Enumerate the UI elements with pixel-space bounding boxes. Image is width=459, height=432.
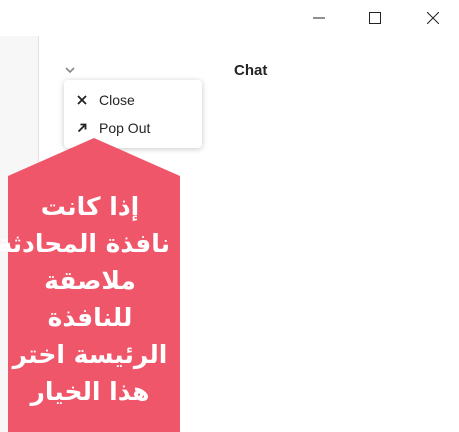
callout-line: إذا كانت (40, 192, 140, 221)
menu-item-close[interactable]: Close (64, 86, 202, 114)
callout-line: ملاصقة (44, 266, 136, 295)
panel-title: Chat (234, 62, 268, 79)
menu-item-pop-out[interactable]: Pop Out (64, 114, 202, 142)
callout-line: للنافذة (47, 303, 133, 332)
title-bar (0, 0, 459, 36)
maximize-icon (369, 12, 381, 24)
maximize-button[interactable] (352, 0, 398, 36)
minimize-icon (313, 17, 325, 19)
chevron-down-icon (65, 67, 75, 74)
callout-line: الرئيسة اختر (12, 340, 168, 369)
callout-line: نافذة المحادثة (0, 229, 170, 258)
callout-line: هذا الخيار (30, 377, 150, 406)
callout-text: إذا كانت نافذة المحادثة ملاصقة للنافذة ا… (0, 188, 170, 410)
close-icon (427, 12, 439, 24)
menu-item-label: Pop Out (99, 120, 151, 136)
minimize-button[interactable] (296, 0, 342, 36)
collapse-button[interactable] (62, 62, 78, 78)
close-x-icon (75, 93, 89, 107)
context-menu: Close Pop Out (64, 80, 202, 148)
arrow-up-right-icon (75, 121, 89, 135)
window-close-button[interactable] (410, 0, 456, 36)
menu-item-label: Close (99, 92, 135, 108)
